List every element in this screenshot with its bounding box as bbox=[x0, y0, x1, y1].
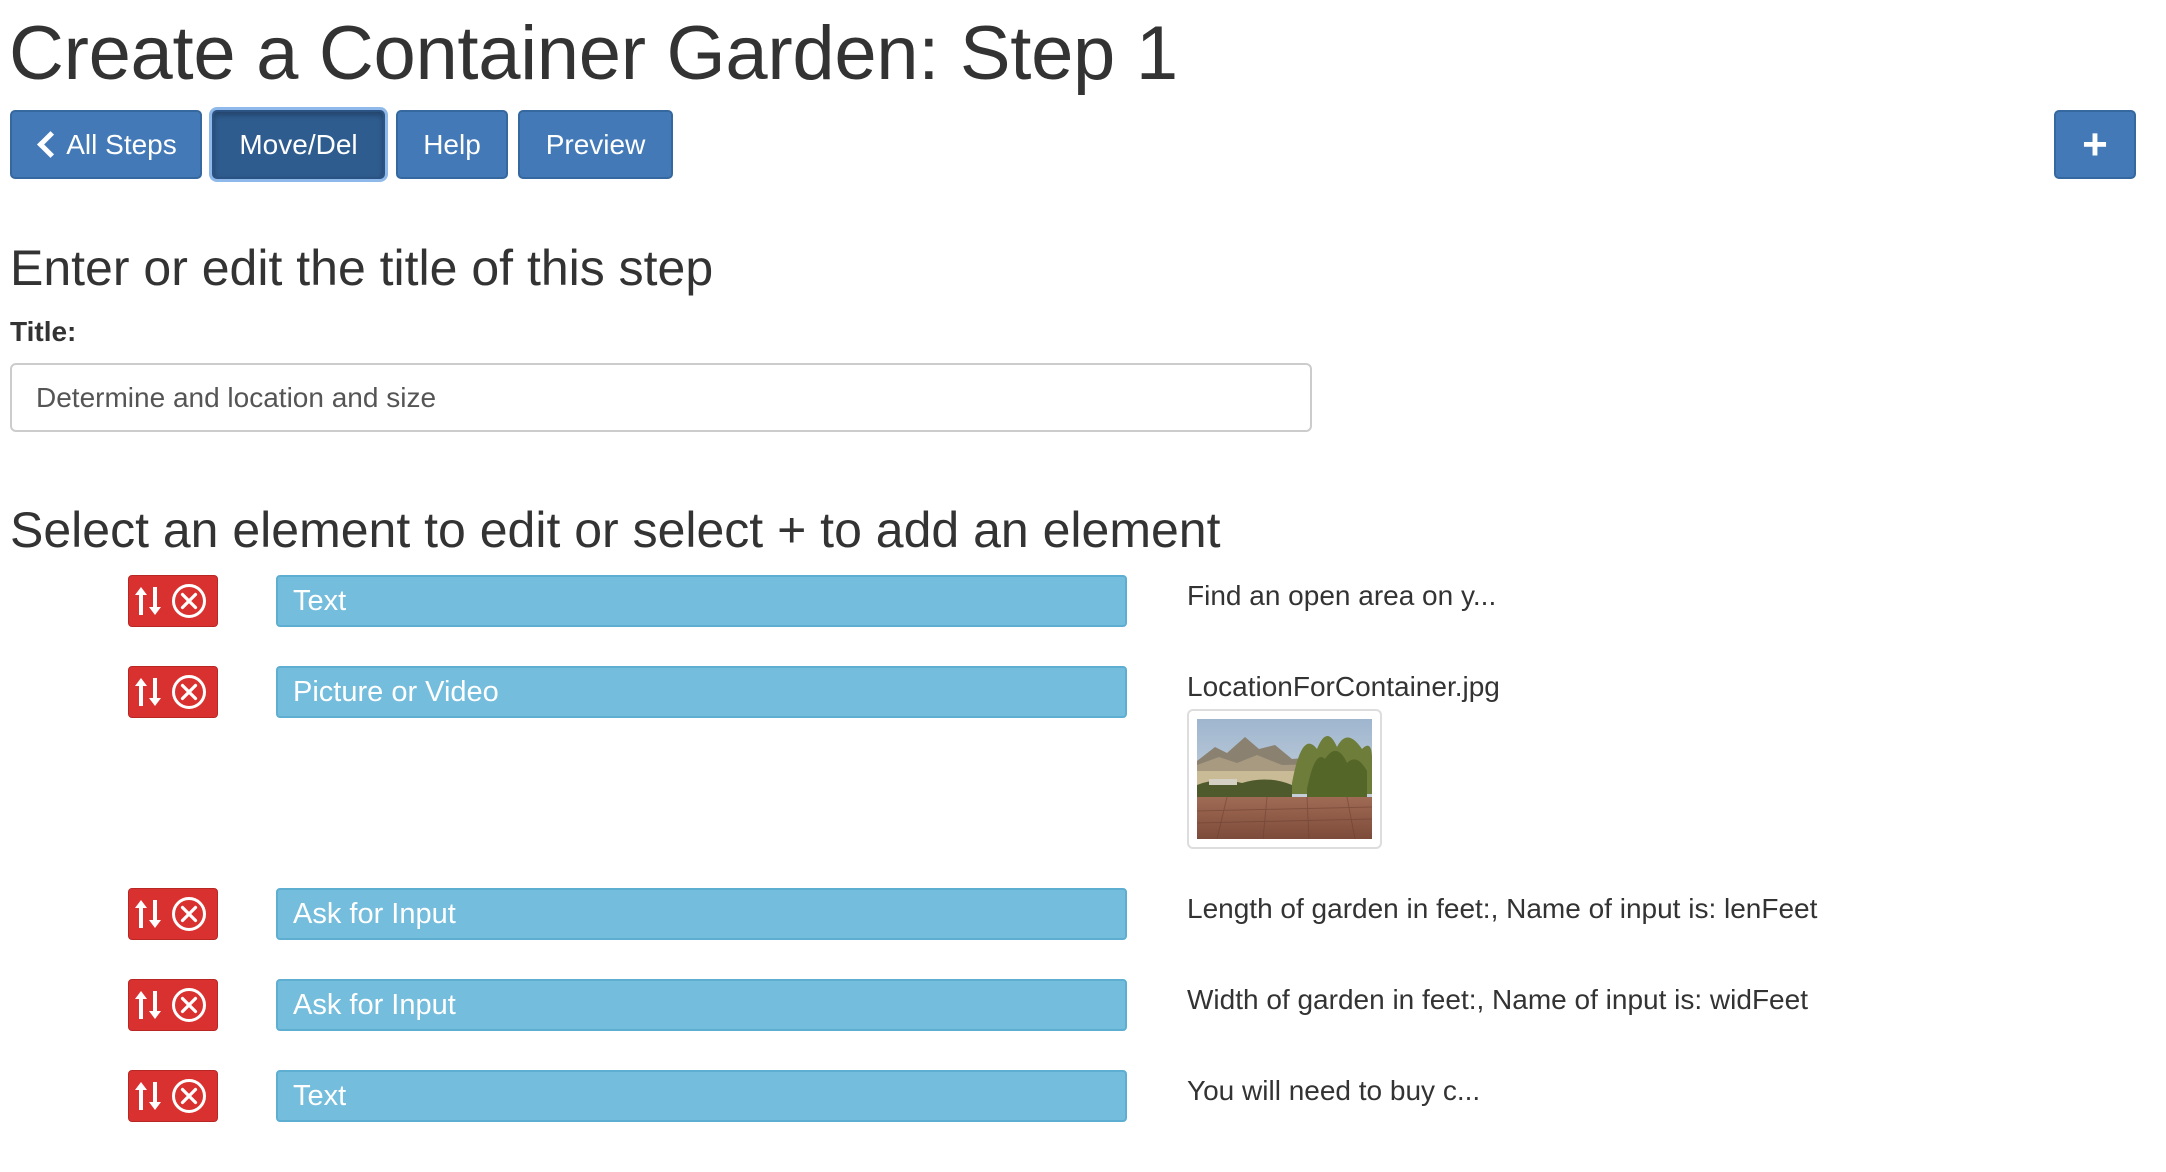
move-up-down-icon[interactable] bbox=[129, 576, 167, 626]
help-button[interactable]: Help bbox=[396, 110, 508, 179]
move-up-down-icon[interactable] bbox=[129, 1071, 167, 1121]
element-summary: LocationForContainer.jpg bbox=[1187, 671, 1500, 702]
element-row-controls bbox=[128, 1070, 218, 1122]
garden-location-photo bbox=[1197, 719, 1372, 839]
preview-label: Preview bbox=[545, 128, 646, 160]
page-title: Create a Container Garden: Step 1 bbox=[9, 11, 1178, 96]
element-button-picture-or-video[interactable]: Picture or Video bbox=[276, 666, 1127, 718]
move-up-down-icon[interactable] bbox=[129, 889, 167, 939]
remove-circle-icon[interactable] bbox=[167, 576, 211, 626]
step-editor-page: Create a Container Garden: Step 1 All St… bbox=[0, 0, 2166, 1172]
add-element-button[interactable]: + bbox=[2054, 110, 2136, 179]
garden-location-thumbnail[interactable] bbox=[1187, 709, 1382, 849]
element-summary: Length of garden in feet:, Name of input… bbox=[1187, 893, 1818, 924]
element-button-ask-for-input[interactable]: Ask for Input bbox=[276, 979, 1127, 1031]
element-row-controls bbox=[128, 979, 218, 1031]
all-steps-label: All Steps bbox=[66, 128, 177, 160]
move-del-label: Move/Del bbox=[239, 128, 358, 160]
element-summary: Width of garden in feet:, Name of input … bbox=[1187, 984, 1808, 1015]
remove-circle-icon[interactable] bbox=[167, 1071, 211, 1121]
title-section-heading: Enter or edit the title of this step bbox=[10, 240, 714, 296]
chevron-left-icon bbox=[37, 131, 65, 158]
title-field[interactable] bbox=[10, 363, 1312, 432]
plus-icon: + bbox=[2082, 119, 2108, 169]
title-field-label: Title: bbox=[10, 316, 77, 347]
element-row-controls bbox=[128, 888, 218, 940]
remove-circle-icon[interactable] bbox=[167, 980, 211, 1030]
elements-section-heading: Select an element to edit or select + to… bbox=[10, 502, 1221, 558]
element-summary: You will need to buy c... bbox=[1187, 1075, 1481, 1106]
remove-circle-icon[interactable] bbox=[167, 889, 211, 939]
help-label: Help bbox=[423, 128, 481, 160]
move-del-button[interactable]: Move/Del bbox=[212, 110, 385, 179]
element-row-controls bbox=[128, 666, 218, 718]
element-summary: Find an open area on y... bbox=[1187, 580, 1497, 611]
element-row-controls bbox=[128, 575, 218, 627]
move-up-down-icon[interactable] bbox=[129, 980, 167, 1030]
element-button-ask-for-input[interactable]: Ask for Input bbox=[276, 888, 1127, 940]
remove-circle-icon[interactable] bbox=[167, 667, 211, 717]
element-button-text[interactable]: Text bbox=[276, 1070, 1127, 1122]
preview-button[interactable]: Preview bbox=[518, 110, 673, 179]
all-steps-button[interactable]: All Steps bbox=[10, 110, 202, 179]
element-button-text[interactable]: Text bbox=[276, 575, 1127, 627]
move-up-down-icon[interactable] bbox=[129, 667, 167, 717]
